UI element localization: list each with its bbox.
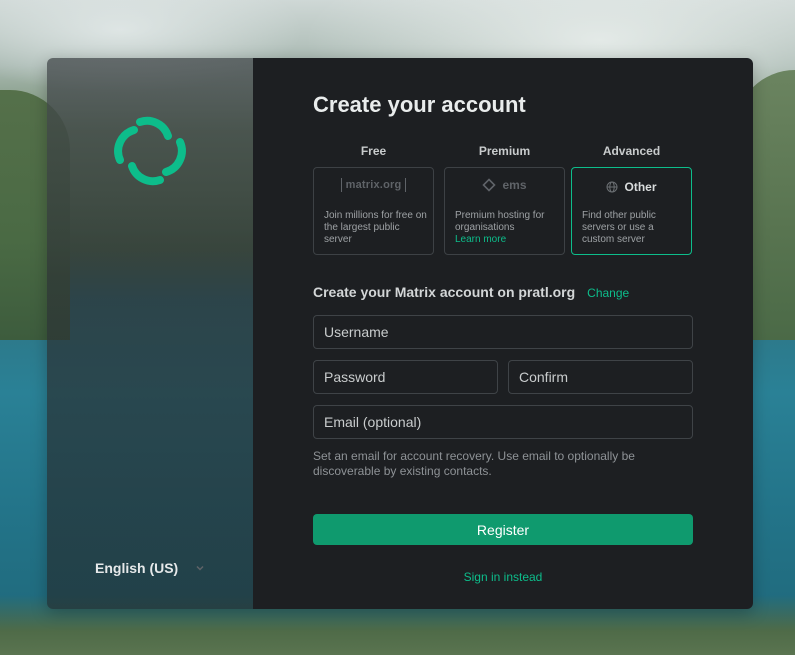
sign-in-link[interactable]: Sign in instead — [313, 570, 693, 584]
tier-description-free: Join millions for free on the largest pu… — [324, 210, 427, 245]
tier-card-free[interactable]: matrix.org Join millions for free on the… — [313, 167, 434, 255]
tier-description-premium-text: Premium hosting for organisations — [455, 210, 545, 233]
password-field[interactable] — [313, 360, 498, 394]
tier-header-free: Free — [360, 144, 387, 158]
tier-card-advanced[interactable]: Other Find other public servers or use a… — [571, 167, 692, 255]
register-button[interactable]: Register — [313, 514, 693, 545]
matrix-org-logo-text: matrix.org — [340, 178, 407, 192]
email-hint: Set an email for account recovery. Use e… — [313, 449, 635, 478]
element-logo-icon — [114, 116, 186, 186]
auth-side-panel: English (US) — [47, 58, 253, 609]
tier-header-premium: Premium — [478, 144, 531, 158]
change-server-link[interactable]: Change — [587, 286, 629, 300]
tier-header-advanced: Advanced — [602, 144, 661, 158]
globe-icon — [606, 181, 618, 193]
ems-logo-text: ems — [502, 178, 527, 192]
language-selector[interactable]: English (US) — [95, 558, 206, 578]
auth-card: English (US) Create your account Free Pr… — [47, 58, 753, 609]
homeserver-line: Create your Matrix account on pratl.org … — [313, 284, 629, 300]
username-field[interactable] — [313, 315, 693, 349]
other-server-logo: Other — [572, 180, 691, 194]
other-server-label: Other — [624, 180, 657, 194]
registration-form-panel: Create your account Free Premium Advance… — [253, 58, 753, 609]
confirm-password-field[interactable] — [508, 360, 693, 394]
learn-more-link[interactable]: Learn more — [455, 234, 506, 245]
tier-description-premium: Premium hosting for organisations Learn … — [455, 210, 559, 246]
chevron-down-icon — [196, 565, 204, 571]
email-field[interactable] — [313, 405, 693, 439]
ems-logo-icon — [482, 178, 497, 192]
page-title: Create your account — [313, 92, 526, 117]
matrix-org-logo: matrix.org — [314, 178, 433, 192]
language-label: English (US) — [95, 560, 179, 576]
tier-card-premium[interactable]: ems Premium hosting for organisations Le… — [444, 167, 565, 255]
ems-logo: ems — [445, 178, 564, 192]
tier-description-advanced: Find other public servers or use a custo… — [582, 210, 656, 245]
homeserver-text: Create your Matrix account on pratl.org — [313, 284, 576, 300]
